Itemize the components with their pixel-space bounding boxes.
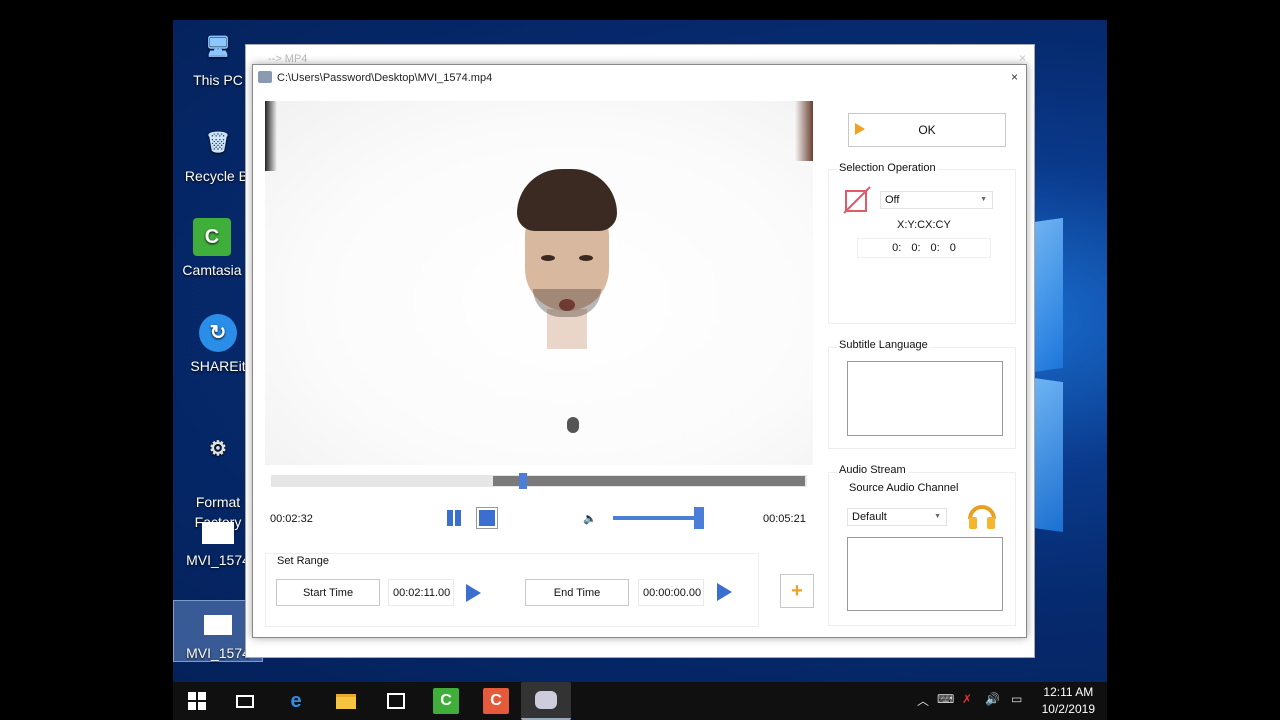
seek-bar[interactable] [271,473,807,489]
taskbar-clock[interactable]: 12:11 AM 10/2/2019 [1042,684,1095,718]
end-time-button[interactable]: End Time [525,579,629,606]
play-from-start-icon[interactable] [466,584,481,602]
subtitle-language-list[interactable] [847,361,1003,436]
input-method-icon[interactable]: ⌨ [937,692,954,706]
chevron-down-icon: ▼ [934,513,941,520]
windows-icon [188,692,206,710]
audio-stream-list[interactable] [847,537,1003,611]
format-factory-icon: ⚙ [209,438,227,460]
total-time: 00:05:21 [763,513,806,525]
dialog-titlebar: C:\Users\Password\Desktop\MVI_1574.mp4 × [253,65,1026,91]
chevron-down-icon: ▼ [980,196,987,203]
start-button[interactable] [184,688,210,714]
audio-channel-value: Default [852,511,887,523]
play-to-end-icon[interactable] [717,583,732,601]
clock-date: 10/2/2019 [1041,702,1095,716]
audio-stream-label: Audio Stream [837,464,908,476]
task-view-button[interactable] [232,688,258,714]
ok-label: OK [918,123,936,137]
video-subject [513,169,621,459]
audio-channel-select[interactable]: Default ▼ [847,508,947,526]
computer-icon: 🖥 [205,36,231,58]
camtasia-taskbar-icon[interactable]: C [433,688,459,714]
volume-slider[interactable] [613,516,703,520]
ok-button[interactable]: OK [848,113,1006,147]
stop-icon [479,510,495,526]
camtasia-icon: C [193,218,231,256]
seek-thumb[interactable] [519,473,527,489]
arrow-icon [855,123,865,135]
pause-icon [447,510,453,526]
recycle-bin-icon: 🗑 [205,132,231,154]
windows-logo-wallpaper [1033,217,1107,600]
headphones-icon [966,501,998,531]
set-range-label: Set Range [275,555,331,567]
close-button[interactable]: × [1011,70,1018,84]
source-audio-channel-label: Source Audio Channel [847,482,961,494]
camtasia-recorder-icon[interactable]: C [483,688,509,714]
task-view-icon [236,694,254,708]
volume-thumb[interactable] [694,507,704,529]
video-file-icon [202,522,234,544]
clock-time: 12:11 AM [1043,685,1094,699]
pause-button[interactable] [443,507,465,529]
selection-operation-select[interactable]: Off ▼ [880,191,993,209]
coords-label: X:Y:CX:CY [895,219,953,231]
video-file-icon [204,615,232,635]
speaker-icon[interactable]: 🔊 [985,692,1000,706]
crop-icon[interactable] [842,185,872,215]
shareit-icon: ↻ [199,314,237,352]
seek-track [493,476,805,486]
file-explorer-icon[interactable] [333,688,359,714]
taskbar: e C C ︿ ⌨ ✗ 🔊 ▭ 12:11 AM 10/2/2019 [173,682,1107,720]
close-icon[interactable]: × [1019,51,1026,65]
video-preview[interactable] [265,101,813,465]
stop-button[interactable] [476,507,498,529]
chevron-up-icon[interactable]: ︿ [917,692,929,709]
network-icon[interactable]: ✗ [962,692,972,706]
volume-icon[interactable]: 🔈 [579,507,601,529]
edge-browser-icon[interactable]: e [283,688,309,714]
add-range-button[interactable]: + [780,574,814,608]
store-icon[interactable] [383,688,409,714]
subtitle-language-label: Subtitle Language [837,339,930,351]
end-time-field[interactable]: 00:00:00.00 [638,579,704,606]
microphone [567,417,579,433]
video-clip-dialog: C:\Users\Password\Desktop\MVI_1574.mp4 ×… [252,64,1027,638]
selection-operation-label: Selection Operation [837,162,938,174]
start-time-field[interactable]: 00:02:11.00 [388,579,454,606]
format-factory-taskbar-icon[interactable] [521,682,571,720]
coords-field[interactable]: 0: 0: 0: 0 [857,238,991,258]
selection-operation-value: Off [885,194,900,206]
notification-icon[interactable]: ▭ [1011,692,1022,706]
dialog-title: C:\Users\Password\Desktop\MVI_1574.mp4 [277,72,493,84]
app-icon [258,71,272,83]
start-time-button[interactable]: Start Time [276,579,380,606]
current-time: 00:02:32 [270,513,313,525]
